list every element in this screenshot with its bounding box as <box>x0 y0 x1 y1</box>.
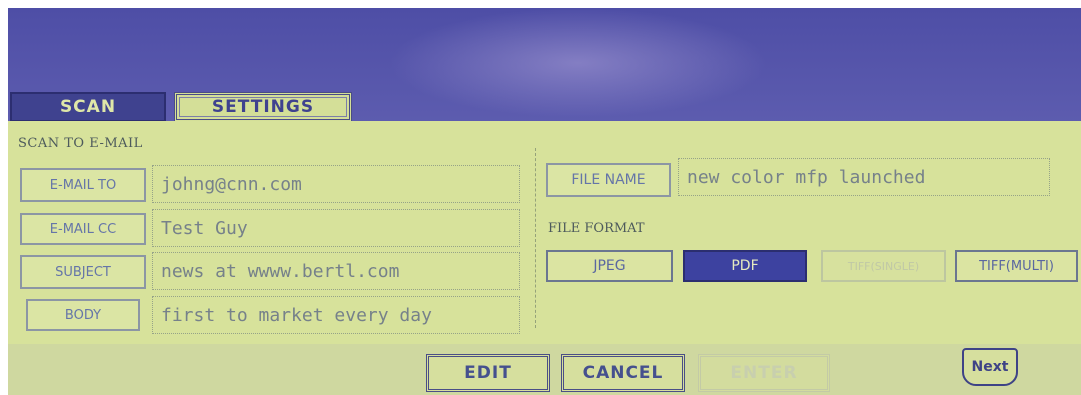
tab-scan[interactable]: SCAN <box>10 92 166 122</box>
next-button[interactable]: Next <box>962 348 1018 386</box>
file-name-button[interactable]: FILE NAME <box>546 163 671 197</box>
cancel-button[interactable]: CANCEL <box>561 354 685 392</box>
email-to-field[interactable]: johng@cnn.com <box>152 165 520 203</box>
email-cc-button[interactable]: E-MAIL CC <box>20 213 146 245</box>
file-name-field[interactable]: new color mfp launched <box>678 158 1050 196</box>
email-to-button[interactable]: E-MAIL TO <box>20 168 146 202</box>
subject-field[interactable]: news at wwww.bertl.com <box>152 252 520 290</box>
format-jpeg-button[interactable]: JPEG <box>546 250 673 282</box>
section-label-scan-to-email: SCAN TO E-MAIL <box>18 136 143 151</box>
format-tiff-multi-button[interactable]: TIFF(MULTI) <box>955 250 1078 282</box>
device-bezel: SCAN SETTINGS SCAN TO E-MAIL E-MAIL TO j… <box>8 8 1081 395</box>
tab-settings[interactable]: SETTINGS <box>174 92 352 122</box>
panel-divider <box>535 148 536 328</box>
screen-glare <box>388 8 768 118</box>
format-tiff-single-button: TIFF(SINGLE) <box>821 250 946 282</box>
email-cc-field[interactable]: Test Guy <box>152 209 520 247</box>
body-field[interactable]: first to market every day <box>152 296 520 334</box>
enter-button: ENTER <box>698 354 830 392</box>
edit-button[interactable]: EDIT <box>426 354 550 392</box>
body-button[interactable]: BODY <box>26 299 140 331</box>
format-pdf-button[interactable]: PDF <box>683 250 807 282</box>
file-format-label: FILE FORMAT <box>548 221 645 236</box>
subject-button[interactable]: SUBJECT <box>20 255 146 289</box>
